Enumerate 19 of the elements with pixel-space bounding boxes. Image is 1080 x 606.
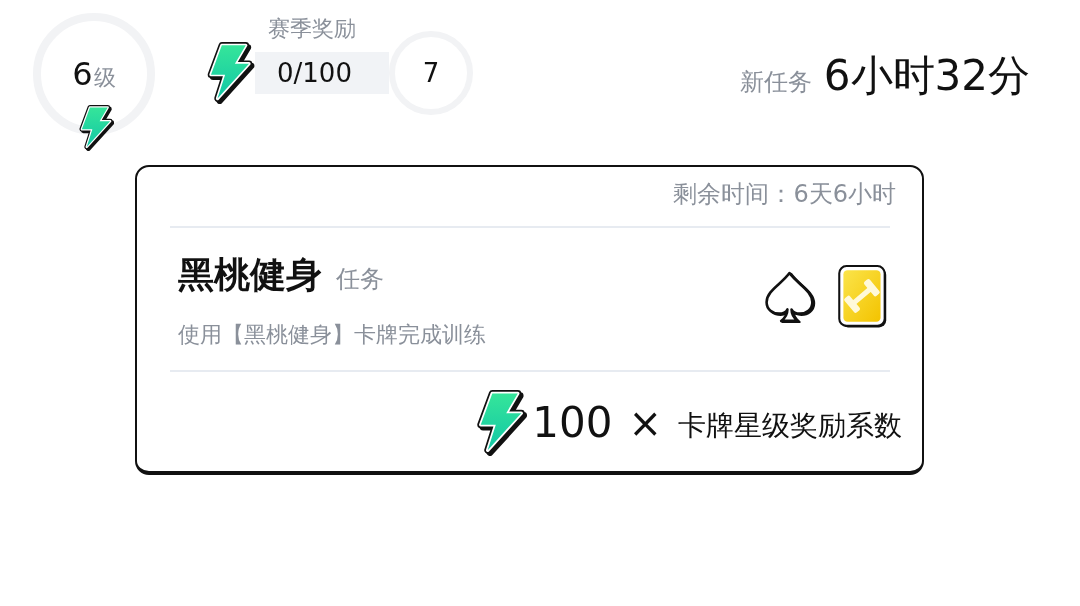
spade-icon	[764, 271, 816, 323]
next-level-number: 7	[422, 57, 440, 89]
level-unit: 级	[93, 64, 116, 92]
remaining-time: 剩余时间：6天6小时	[673, 179, 896, 210]
new-task-countdown: 6小时32分	[823, 51, 1030, 101]
task-tag: 任务	[336, 264, 384, 294]
reward-amount: 100	[532, 398, 613, 448]
new-task-label: 新任务	[739, 67, 812, 97]
dumbbell-card-icon	[838, 265, 888, 329]
level-number: 6	[72, 54, 93, 94]
multiply-sign: ×	[628, 399, 662, 448]
task-title: 黑桃健身	[178, 253, 322, 297]
task-description: 使用【黑桃健身】卡牌完成训练	[178, 321, 486, 349]
progress-text: 0/100	[277, 57, 352, 89]
lightning-bolt-icon	[205, 42, 255, 104]
reward-multiplier-label: 卡牌星级奖励系数	[678, 408, 902, 444]
lightning-bolt-icon	[474, 390, 529, 456]
season-reward-title: 赛季奖励	[268, 16, 356, 42]
lightning-bolt-icon	[78, 105, 114, 151]
